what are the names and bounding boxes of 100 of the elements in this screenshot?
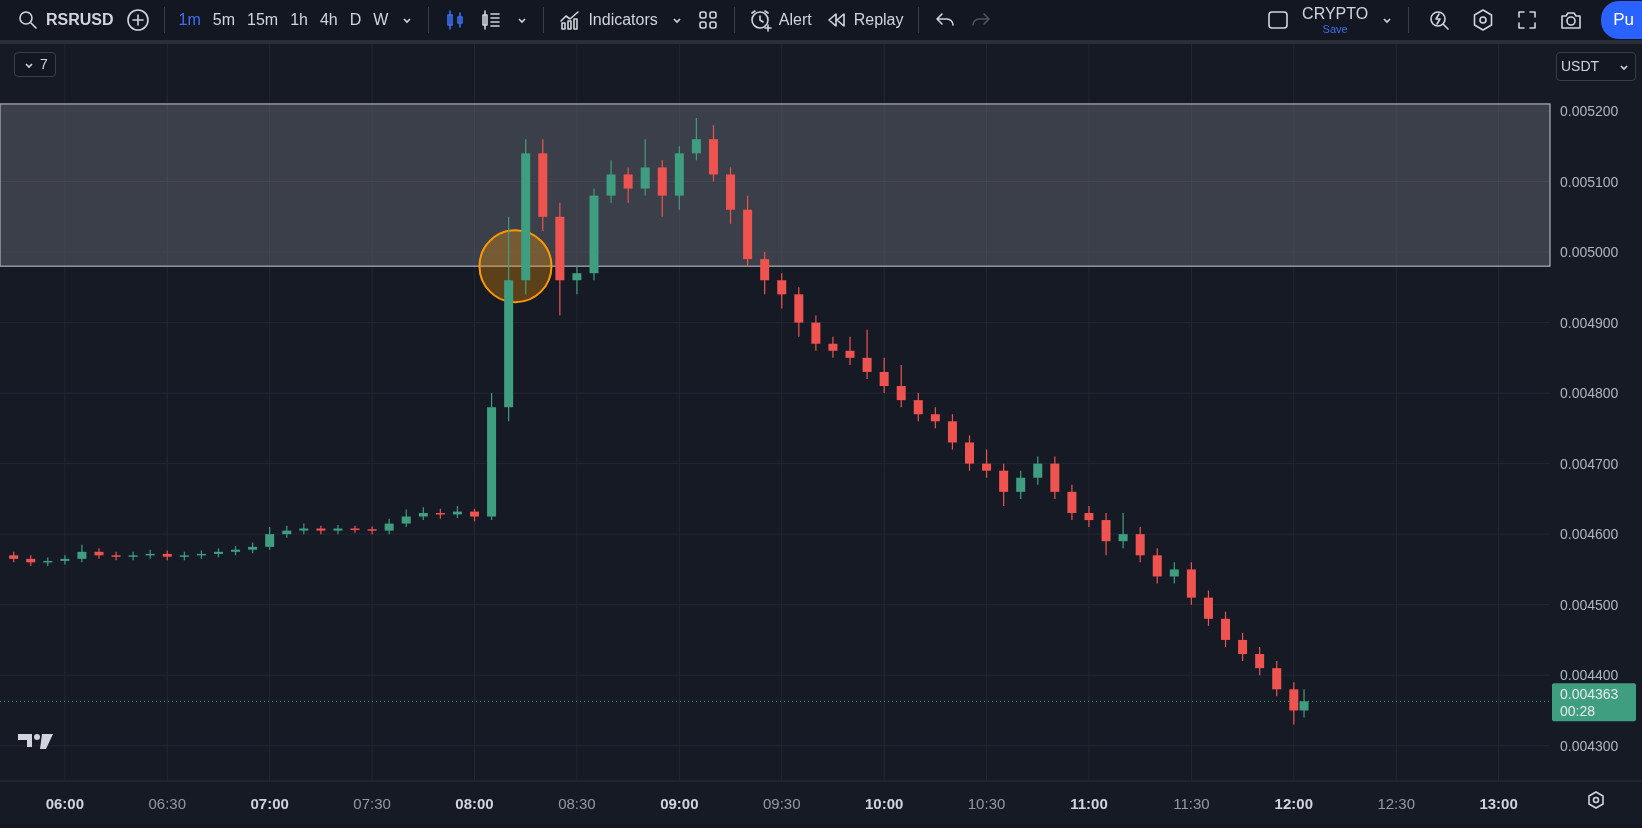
currency-dropdown[interactable]: USDT (1556, 52, 1636, 81)
candle (760, 251, 770, 295)
settings-icon[interactable] (1588, 791, 1604, 809)
candle (674, 145, 684, 211)
price-label: 0.004900 (1560, 314, 1619, 331)
price-label: 0.004800 (1560, 385, 1619, 402)
price-label: 0.004500 (1560, 596, 1619, 613)
time-label: 08:30 (558, 795, 596, 812)
candle (162, 549, 172, 561)
save-label: Save (1322, 23, 1348, 35)
candle (1238, 632, 1248, 662)
logo-icon (18, 734, 53, 749)
interval-tab[interactable]: 1h (284, 4, 314, 36)
replay-button[interactable]: Replay (817, 4, 910, 36)
publish-button[interactable]: Pu (1601, 1, 1642, 39)
current-price-badge: 0.004363 00:28 (1552, 683, 1636, 722)
time-label: 07:00 (250, 795, 289, 812)
candle (1067, 484, 1077, 521)
candle (879, 357, 889, 394)
candle (1135, 526, 1145, 563)
candle (708, 124, 718, 183)
time-label: 12:00 (1274, 795, 1313, 812)
candle (1016, 470, 1026, 500)
candle (43, 556, 53, 567)
candle (435, 508, 445, 520)
indicators-button[interactable]: Indicators (552, 4, 664, 36)
candle (1152, 547, 1162, 585)
candle (214, 547, 223, 559)
time-label: 13:00 (1479, 795, 1518, 812)
candle (640, 138, 650, 197)
candle (1084, 505, 1094, 528)
candle (384, 518, 394, 535)
interval-tab[interactable]: 5m (206, 4, 242, 36)
candle (452, 505, 462, 519)
candle (9, 551, 19, 563)
price-label: 0.004600 (1560, 526, 1619, 543)
candle (743, 195, 753, 267)
candle (913, 392, 923, 422)
candle (470, 508, 479, 523)
interval-tab[interactable]: D (343, 4, 368, 36)
candle (1272, 660, 1282, 697)
interval-tab[interactable]: 1m (172, 4, 207, 36)
candle (1118, 512, 1128, 549)
candle (94, 547, 104, 560)
candle (26, 554, 36, 567)
time-label: 09:30 (762, 795, 801, 812)
time-label: 06:30 (148, 795, 187, 812)
interval-tab[interactable]: 4h (313, 4, 344, 36)
time-label: 10:30 (967, 795, 1006, 812)
search-icon (16, 8, 40, 32)
candle (947, 413, 957, 451)
interval-tab[interactable]: 15m (241, 4, 285, 36)
price-label: 0.005200 (1560, 103, 1619, 119)
time-label: 11:00 (1070, 795, 1108, 812)
candle (930, 406, 940, 429)
candle (1101, 512, 1111, 556)
candle (572, 265, 582, 295)
candle (179, 551, 189, 561)
candle (60, 554, 70, 566)
candle (367, 525, 377, 535)
candle (1169, 561, 1179, 585)
price-label: 0.005100 (1560, 173, 1619, 190)
layout-name-button[interactable]: CRYPTO Save (1296, 1, 1375, 39)
candle (418, 506, 428, 521)
square-icon (1266, 8, 1291, 32)
time-label: 11:30 (1173, 795, 1210, 812)
time-label: 12:30 (1377, 795, 1415, 812)
interval-tab[interactable]: W (367, 4, 395, 36)
candle (111, 551, 121, 561)
candle (1203, 590, 1213, 627)
candle (606, 159, 616, 204)
candle (299, 523, 309, 535)
alarm-clock-icon (748, 8, 773, 32)
plus-circle-icon (125, 8, 150, 32)
collapse-button[interactable]: 7 (14, 52, 56, 77)
time-label: 10:00 (864, 795, 904, 812)
candle (845, 336, 855, 366)
candle (999, 463, 1009, 507)
candle (248, 542, 258, 554)
candle (965, 434, 974, 472)
candle (196, 549, 206, 560)
time-label: 06:00 (45, 795, 85, 812)
time-label: 08:00 (455, 795, 494, 812)
price-label: 0.004400 (1560, 667, 1619, 684)
candle (828, 336, 838, 359)
candle (1050, 455, 1060, 500)
lightning-search-icon (1427, 8, 1452, 32)
alert-button[interactable]: Alert (742, 4, 818, 36)
candle (794, 286, 804, 338)
price-label: 0.004300 (1560, 737, 1619, 754)
time-label: 07:30 (353, 795, 391, 812)
candle (811, 314, 821, 352)
candle (1221, 611, 1231, 648)
candle (777, 272, 787, 310)
price-label: 0.005000 (1560, 244, 1619, 261)
candle (265, 526, 275, 551)
candle (282, 525, 292, 539)
candle (1186, 561, 1196, 606)
candle (623, 166, 633, 204)
symbol-search[interactable]: RSRUSD (10, 4, 120, 36)
